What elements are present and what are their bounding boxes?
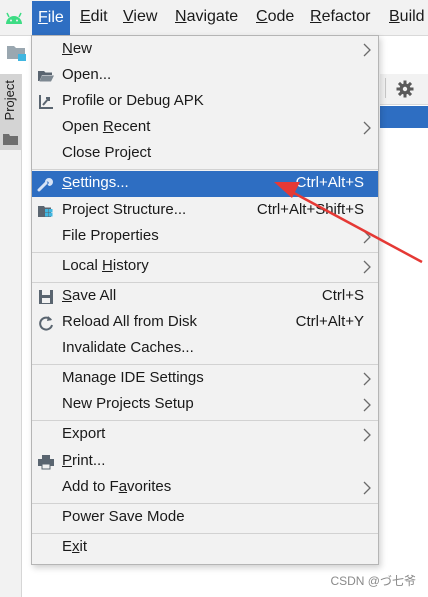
submenu-arrow-icon bbox=[363, 428, 371, 442]
menu-item-local-history[interactable]: Local History bbox=[32, 254, 378, 280]
project-tab-label: Project bbox=[2, 80, 17, 121]
gear-icon[interactable] bbox=[395, 79, 415, 99]
project-structure-icon bbox=[38, 206, 53, 217]
menu-item-open-recent[interactable]: Open Recent bbox=[32, 115, 378, 141]
menu-view[interactable]: View bbox=[123, 8, 157, 26]
menu-item-label: Close Project bbox=[62, 144, 152, 161]
wrench-icon bbox=[37, 178, 53, 192]
menu-item-label: File Properties bbox=[62, 227, 159, 244]
menu-item-file-properties[interactable]: File Properties bbox=[32, 224, 378, 250]
menu-item-settings[interactable]: Settings... Ctrl+Alt+S bbox=[32, 171, 378, 197]
toolbar-divider bbox=[385, 78, 386, 98]
menu-item-label: Add to Favorites bbox=[62, 478, 172, 495]
watermark: CSDN @づ七爷 bbox=[330, 574, 416, 588]
folder-open-icon bbox=[38, 71, 54, 82]
menu-item-label: New bbox=[62, 40, 93, 57]
menu-navigate[interactable]: Navigate bbox=[175, 8, 238, 26]
menu-item-shortcut: Ctrl+Alt+S bbox=[295, 174, 364, 191]
menu-item-label: Manage IDE Settings bbox=[62, 369, 204, 386]
menu-item-label: Open... bbox=[62, 66, 112, 83]
menu-separator bbox=[32, 169, 378, 170]
menu-item-label: Invalidate Caches... bbox=[62, 339, 194, 356]
menu-item-project-structure[interactable]: Project Structure... Ctrl+Alt+Shift+S bbox=[32, 198, 378, 224]
menu-item-label: Save All bbox=[62, 287, 117, 304]
menu-separator bbox=[32, 533, 378, 534]
menu-item-open[interactable]: Open... bbox=[32, 63, 378, 89]
menu-item-reload-all[interactable]: Reload All from Disk Ctrl+Alt+Y bbox=[32, 310, 378, 336]
menu-item-invalidate-caches[interactable]: Invalidate Caches... bbox=[32, 336, 378, 362]
menu-build[interactable]: Build bbox=[389, 8, 425, 26]
android-logo-icon bbox=[6, 12, 22, 24]
menu-item-label: Settings... bbox=[62, 174, 129, 191]
reload-icon bbox=[39, 316, 53, 331]
menu-code[interactable]: Code bbox=[256, 8, 294, 26]
submenu-arrow-icon bbox=[363, 230, 371, 244]
menu-item-new-projects-setup[interactable]: New Projects Setup bbox=[32, 392, 378, 418]
menu-item-manage-ide-settings[interactable]: Manage IDE Settings bbox=[32, 366, 378, 392]
menu-file[interactable]: File bbox=[32, 1, 70, 35]
menu-item-print[interactable]: Print... bbox=[32, 449, 378, 475]
menu-item-shortcut: Ctrl+Alt+Y bbox=[295, 313, 364, 330]
menu-item-label: Local History bbox=[62, 257, 149, 274]
submenu-arrow-icon bbox=[363, 398, 371, 412]
menu-item-label: Open Recent bbox=[62, 118, 151, 135]
menu-item-label: Print... bbox=[62, 452, 106, 469]
selected-tree-row bbox=[380, 106, 428, 128]
menu-bar: File Edit View Navigate Code Refactor Bu… bbox=[0, 0, 428, 36]
menu-item-power-save-mode[interactable]: Power Save Mode bbox=[32, 505, 378, 531]
submenu-arrow-icon bbox=[363, 481, 371, 495]
menu-item-exit[interactable]: Exit bbox=[32, 535, 378, 561]
menu-item-new[interactable]: New bbox=[32, 37, 378, 63]
save-icon bbox=[39, 290, 53, 304]
menu-item-export[interactable]: Export bbox=[32, 422, 378, 448]
menu-item-close-project[interactable]: Close Project bbox=[32, 141, 378, 167]
menu-separator bbox=[32, 282, 378, 283]
menu-item-label: Profile or Debug APK bbox=[62, 92, 204, 109]
submenu-arrow-icon bbox=[363, 372, 371, 386]
project-folder-icon[interactable] bbox=[6, 43, 28, 63]
menu-separator bbox=[32, 252, 378, 253]
menu-item-shortcut: Ctrl+Alt+Shift+S bbox=[256, 201, 364, 218]
submenu-arrow-icon bbox=[363, 121, 371, 135]
menu-item-label: Power Save Mode bbox=[62, 508, 185, 525]
menu-item-shortcut: Ctrl+S bbox=[321, 287, 364, 304]
menu-edit[interactable]: Edit bbox=[80, 8, 108, 26]
menu-refactor[interactable]: Refactor bbox=[310, 8, 370, 26]
print-icon bbox=[38, 455, 54, 470]
profile-debug-apk-icon bbox=[39, 95, 53, 109]
menu-item-label: Exit bbox=[62, 538, 88, 555]
menu-separator bbox=[32, 364, 378, 365]
menu-item-label: Project Structure... bbox=[62, 201, 187, 218]
menu-separator bbox=[32, 420, 378, 421]
project-tool-tab[interactable]: Project bbox=[0, 74, 21, 150]
submenu-arrow-icon bbox=[363, 260, 371, 274]
menu-separator bbox=[32, 503, 378, 504]
submenu-arrow-icon bbox=[363, 43, 371, 57]
menu-item-label: Export bbox=[62, 425, 106, 442]
menu-item-save-all[interactable]: Save All Ctrl+S bbox=[32, 284, 378, 310]
menu-item-label: New Projects Setup bbox=[62, 395, 194, 412]
file-menu-dropdown: New Open... Profile or Debug APK Open Re… bbox=[31, 35, 379, 565]
left-tool-window-bar: Project bbox=[0, 74, 22, 597]
menu-item-add-to-favorites[interactable]: Add to Favorites bbox=[32, 475, 378, 501]
folder-icon bbox=[3, 134, 18, 145]
menu-item-label: Reload All from Disk bbox=[62, 313, 198, 330]
menu-item-profile-debug-apk[interactable]: Profile or Debug APK bbox=[32, 89, 378, 115]
